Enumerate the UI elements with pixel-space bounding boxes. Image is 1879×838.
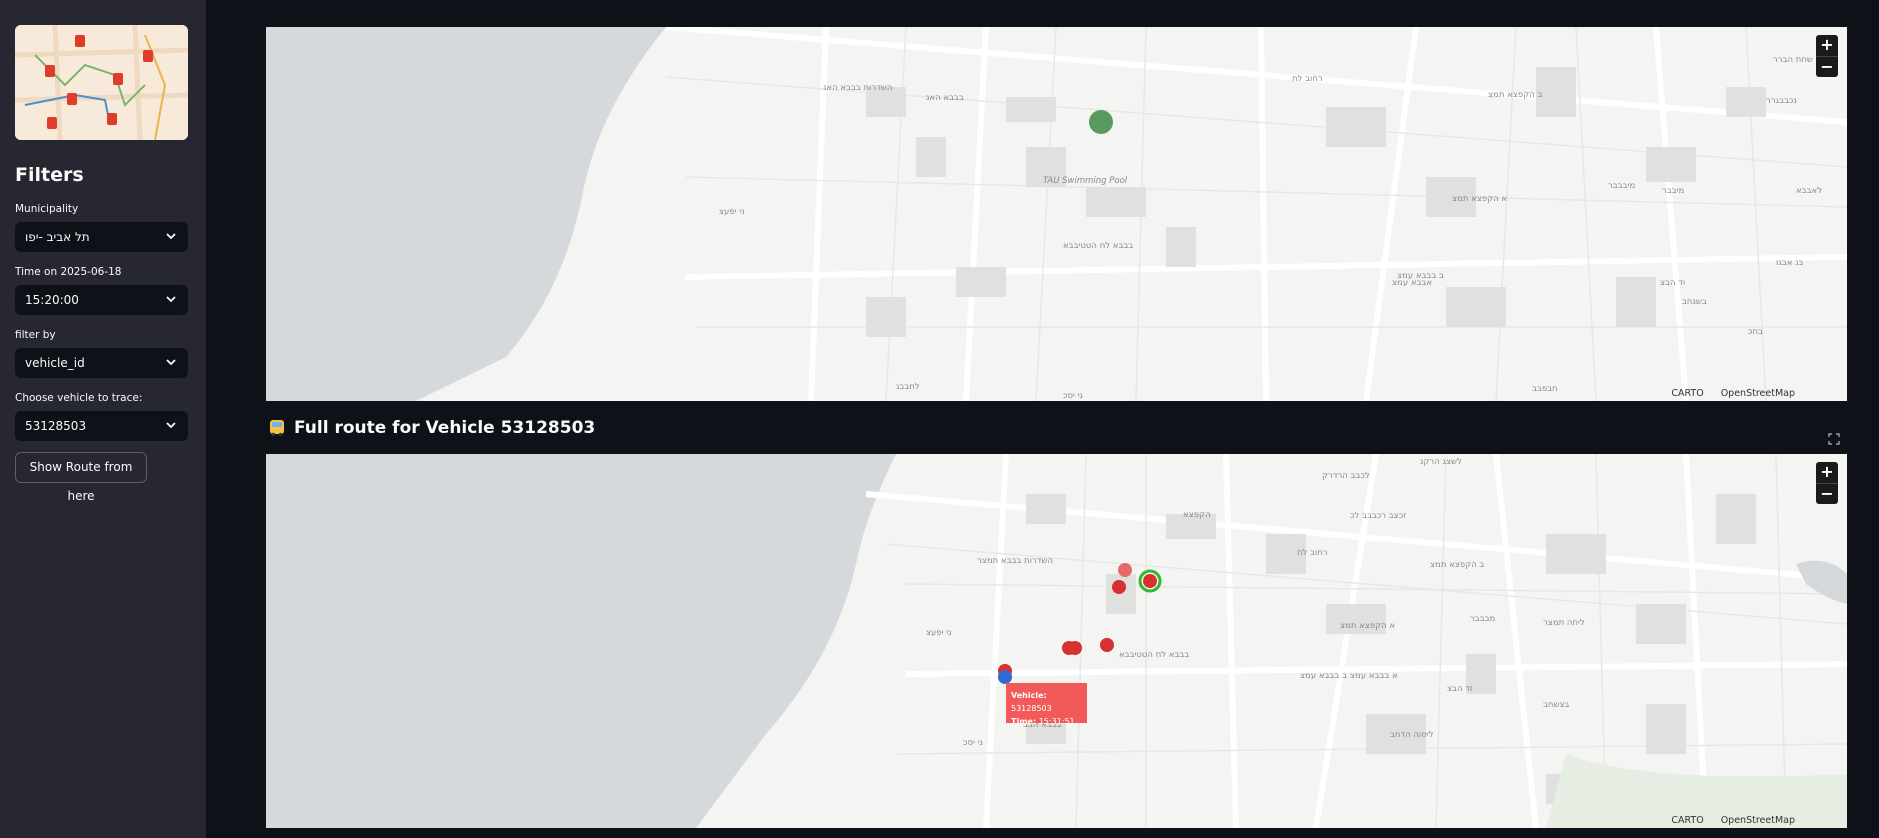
- street-label: בבבא האנ: [926, 93, 964, 103]
- street-label: נכבבגרר: [1766, 96, 1797, 106]
- street-label: ב הקפצא תמצ: [1488, 90, 1543, 100]
- street-label: זד הבצ: [1447, 684, 1473, 694]
- zoom-out-button[interactable]: −: [1816, 483, 1838, 504]
- municipality-label: Municipality: [15, 203, 79, 215]
- street-label: חבפבב: [1532, 384, 1558, 394]
- map-attribution: CARTO OpenStreetMap: [1657, 388, 1795, 399]
- route-point: [1100, 638, 1114, 652]
- street-label: הקפצא: [1183, 510, 1211, 520]
- sidebar: Filters Municipality תל אביב -יפו Time o…: [0, 0, 206, 838]
- filter-by-label: filter by: [15, 329, 56, 341]
- street-label: ב הקפצא תמצ: [1430, 560, 1485, 570]
- tooltip-time-value: 15:31:51: [1038, 717, 1075, 726]
- chevron-down-icon: [166, 422, 176, 429]
- street-label: א הקפצא תמצ: [1340, 621, 1396, 631]
- vehicle-label: Choose vehicle to trace:: [15, 392, 143, 404]
- tooltip-time-label: Time:: [1011, 717, 1037, 726]
- osm-link[interactable]: OpenStreetMap: [1721, 388, 1795, 399]
- street-label: מבבבר: [1470, 614, 1496, 624]
- bus-icon: [270, 420, 284, 437]
- municipality-value: תל אביב -יפו: [25, 230, 90, 244]
- end-marker: [998, 670, 1012, 684]
- street-label: ב בבבא עמצ: [1300, 671, 1347, 681]
- street-label: ב בבבא עמצ: [1397, 271, 1444, 281]
- street-label: א בבבא עמצ: [1350, 671, 1398, 681]
- street-label: מיבבבר: [1608, 181, 1636, 191]
- street-label: בבבא לח הטטיבבא: [1063, 241, 1134, 251]
- street-label: מיבבר: [1662, 186, 1685, 196]
- route-point: [1118, 563, 1132, 577]
- street-label: ני יפעצ: [719, 207, 745, 217]
- street-label: וד הבצ: [1660, 278, 1686, 288]
- full-route-map[interactable]: לשצג הרקנ לכבב הרדרק הקפצא זכצב רכבבב לכ…: [266, 454, 1847, 828]
- zoom-out-button[interactable]: −: [1816, 56, 1838, 77]
- street-label: בבבא לח הטטיבבא: [1119, 650, 1190, 660]
- filters-title: Filters: [15, 164, 84, 186]
- vehicle-tooltip: Vehicle: 53128503 Time: 15:31:51: [1006, 683, 1087, 726]
- time-value: 15:20:00: [25, 293, 79, 307]
- tooltip-vehicle-value: 53128503: [1011, 704, 1052, 713]
- chevron-down-icon: [166, 296, 176, 303]
- map-attribution: CARTO OpenStreetMap: [1657, 815, 1795, 826]
- filter-by-value: vehicle_id: [25, 356, 85, 370]
- tooltip-vehicle-label: Vehicle:: [1011, 691, 1047, 700]
- carto-link[interactable]: CARTO: [1671, 815, 1703, 826]
- street-label: ליסוה הדחב: [1390, 730, 1434, 740]
- route-section-title: Full route for Vehicle 53128503: [268, 418, 595, 438]
- bus-route-map-icon: [15, 25, 188, 140]
- street-label: שחת הברר: [1773, 55, 1813, 65]
- street-label: א הקפצא תמצ: [1452, 194, 1508, 204]
- map-basemap: [266, 454, 1847, 828]
- street-label: בשנחב: [1682, 297, 1707, 307]
- street-label: בנ אבגו: [1776, 258, 1804, 268]
- current-position-map[interactable]: השדרות בבבא האנ בבבא האנ רחוב לח ב הקפצא…: [266, 27, 1847, 401]
- zoom-in-button[interactable]: +: [1816, 35, 1838, 56]
- zoom-control: + −: [1816, 462, 1838, 504]
- street-label: בצשחב: [1543, 700, 1570, 710]
- street-label: רחוב לח: [1292, 74, 1323, 84]
- route-point: [1143, 574, 1157, 588]
- chevron-down-icon: [166, 359, 176, 366]
- street-label: זכצב רכבבב לכ: [1350, 511, 1407, 521]
- street-label: ני יפעצ: [926, 628, 952, 638]
- street-label: השדרות בבבא האנ: [823, 83, 893, 93]
- route-point: [1112, 580, 1126, 594]
- chevron-down-icon: [166, 233, 176, 240]
- zoom-control: + −: [1816, 35, 1838, 77]
- current-position-marker: [1089, 110, 1113, 134]
- poi-label: TAU Swimming Pool: [1043, 176, 1128, 186]
- street-label: לאבבא: [1796, 186, 1823, 196]
- route-title-text: Full route for Vehicle 53128503: [294, 418, 596, 438]
- fullscreen-icon[interactable]: [1827, 432, 1841, 446]
- street-label: רחוב לח: [1297, 548, 1328, 558]
- street-label: לשצג הרקנ: [1420, 457, 1462, 467]
- route-point: [1062, 641, 1076, 655]
- street-label: בחכ: [1748, 327, 1763, 337]
- carto-link[interactable]: CARTO: [1671, 388, 1703, 399]
- zoom-in-button[interactable]: +: [1816, 462, 1838, 483]
- osm-link[interactable]: OpenStreetMap: [1721, 815, 1795, 826]
- street-label: ני יסכ: [1063, 391, 1083, 401]
- time-select[interactable]: 15:20:00: [15, 285, 188, 315]
- street-label: ליחה תמצר: [1543, 618, 1585, 628]
- vehicle-value: 53128503: [25, 419, 87, 433]
- map-basemap: [266, 27, 1847, 401]
- street-label: ני יסכ: [963, 738, 983, 748]
- street-label: לחבבנ: [896, 382, 920, 392]
- street-label: לכבב הרדרק: [1322, 471, 1370, 481]
- filter-by-select[interactable]: vehicle_id: [15, 348, 188, 378]
- time-label: Time on 2025-06-18: [15, 266, 122, 278]
- municipality-select[interactable]: תל אביב -יפו: [15, 222, 188, 252]
- street-label: השדרות בבבא תמצר: [977, 556, 1053, 566]
- show-route-button[interactable]: Show Route from here: [15, 452, 147, 503]
- vehicle-select[interactable]: 53128503: [15, 411, 188, 441]
